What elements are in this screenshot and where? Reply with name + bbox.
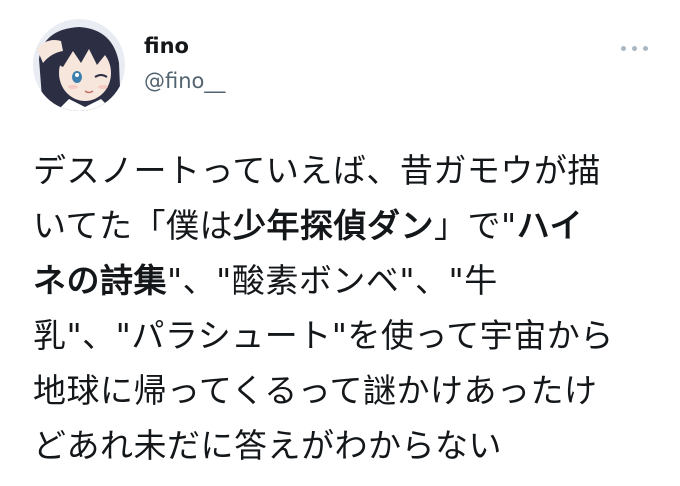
tweet-text-segment: デスノートっていえば、昔ガモウが描 [33, 151, 601, 190]
tweet-text-line: いてた「僕は少年探偵ダン」で"ハイ [33, 198, 663, 253]
tweet-text-segment: 」で" [434, 206, 517, 245]
tweet-text: デスノートっていえば、昔ガモウが描 いてた「僕は少年探偵ダン」で"ハイ ネの詩集"、… [33, 143, 663, 473]
tweet-text-line: デスノートっていえば、昔ガモウが描 [33, 143, 663, 198]
tweet-text-bold-segment: 少年探偵ダン [233, 206, 435, 245]
tweet-text-line: 乳"、"パラシュート"を使って宇宙から [33, 308, 663, 363]
more-horizontal-icon [632, 46, 637, 51]
tweet-text-segment: どあれ未だに答えがわからない [33, 426, 502, 465]
more-horizontal-icon [621, 46, 626, 51]
tweet-text-line: 地球に帰ってくるって謎かけあったけ [33, 363, 663, 418]
tweet-text-segment: "、"酸素ボンベ"、"牛 [167, 261, 498, 300]
display-name[interactable]: fino [144, 33, 225, 59]
user-info: fino @fino__ [144, 33, 225, 94]
avatar[interactable] [33, 19, 125, 111]
tweet-text-segment: 乳"、"パラシュート"を使って宇宙から [33, 316, 614, 355]
tweet-text-line: どあれ未だに答えがわからない [33, 418, 663, 473]
user-handle[interactable]: @fino__ [144, 68, 225, 94]
tweet-text-segment: いてた「僕は [33, 206, 234, 245]
tweet-text-segment: 地球に帰ってくるって謎かけあったけ [33, 371, 598, 410]
tweet-text-bold-segment: ハイ [516, 206, 584, 245]
tweet-text-line: ネの詩集"、"酸素ボンベ"、"牛 [33, 253, 663, 308]
avatar-image [33, 19, 125, 111]
more-horizontal-icon [643, 46, 648, 51]
more-options-button[interactable] [618, 38, 652, 58]
tweet-card: fino @fino__ デスノートっていえば、昔ガモウが描 いてた「僕は少年探偵… [0, 0, 680, 486]
tweet-text-bold-segment: ネの詩集 [33, 261, 167, 300]
